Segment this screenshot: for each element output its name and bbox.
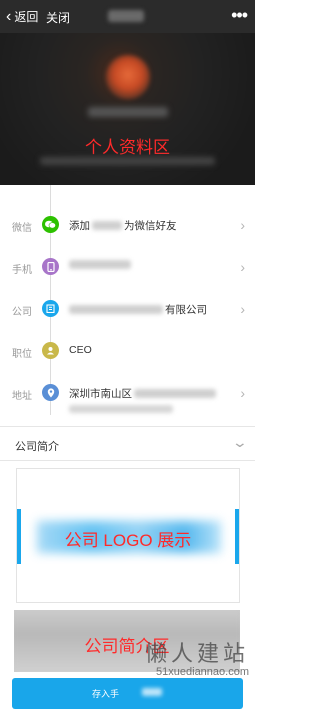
company-name-blurred [69, 305, 163, 314]
chevron-right-icon: › [240, 301, 245, 317]
top-nav-bar: ‹ 返回 关闭 ••• [0, 0, 255, 33]
address-prefix: 深圳市南山区 [69, 388, 132, 400]
row-value: 添加 为微信好友 [69, 218, 177, 233]
company-logo-box: 公司 LOGO 展示 [16, 468, 240, 603]
save-button-label-blurred [142, 688, 162, 696]
chevron-down-icon[interactable]: ⌄ [232, 434, 248, 451]
info-row-position: 职位 CEO [0, 331, 255, 373]
row-label: 手机 [12, 265, 32, 276]
info-row-company[interactable]: 公司 有限公司 › [0, 289, 255, 331]
watermark-title: 懒人建站 [144, 642, 249, 667]
row-value [69, 260, 131, 269]
more-menu-icon[interactable]: ••• [231, 5, 248, 26]
save-to-contacts-button[interactable]: 存入手 [12, 678, 243, 709]
divider [0, 460, 255, 461]
address-line2-blurred [69, 405, 173, 413]
profile-hero: 个人资料区 [0, 33, 255, 185]
chevron-right-icon: › [240, 259, 245, 275]
chevron-right-icon: › [240, 385, 245, 401]
row-label: 微信 [12, 223, 32, 234]
row-value: 深圳市南山区 [69, 386, 216, 401]
company-intro-header[interactable]: 公司简介 ⌄ [0, 426, 255, 460]
watermark: 懒人建站 51xuediannao.com [145, 636, 249, 678]
address-line1-blurred [134, 389, 216, 398]
company-suffix: 有限公司 [165, 304, 207, 316]
logo-area-caption: 公司 LOGO 展示 [64, 531, 192, 550]
back-button[interactable]: ‹ 返回 [6, 8, 38, 25]
person-icon [42, 342, 59, 359]
wechat-id-blurred [92, 221, 122, 230]
watermark-url: 51xuediannao.com [156, 666, 249, 678]
wechat-add-suffix: 为微信好友 [124, 220, 177, 232]
profile-subtitle-blurred [40, 157, 215, 165]
save-button-label: 存入手 [92, 689, 120, 699]
row-label: 地址 [12, 391, 32, 402]
phone-icon [42, 258, 59, 275]
row-value: 有限公司 [69, 302, 207, 317]
info-row-phone[interactable]: 手机 › [0, 247, 255, 289]
location-icon [42, 384, 59, 401]
wechat-add-prefix: 添加 [69, 220, 90, 232]
chevron-left-icon: ‹ [6, 7, 12, 25]
info-row-wechat[interactable]: 微信 添加 为微信好友 › [0, 205, 255, 247]
row-label: 职位 [12, 349, 32, 360]
company-icon [42, 300, 59, 317]
row-value: CEO [69, 344, 92, 356]
profile-name-blurred [88, 107, 168, 117]
section-title: 公司简介 [15, 441, 59, 453]
wechat-icon [42, 216, 59, 233]
page-title-blurred [108, 10, 144, 22]
chevron-right-icon: › [240, 217, 245, 233]
back-label: 返回 [14, 10, 39, 24]
row-label: 公司 [12, 307, 32, 318]
phone-number-blurred [69, 260, 131, 269]
close-button[interactable]: 关闭 [46, 9, 70, 26]
avatar[interactable] [106, 55, 150, 99]
profile-area-caption: 个人资料区 [85, 138, 170, 157]
